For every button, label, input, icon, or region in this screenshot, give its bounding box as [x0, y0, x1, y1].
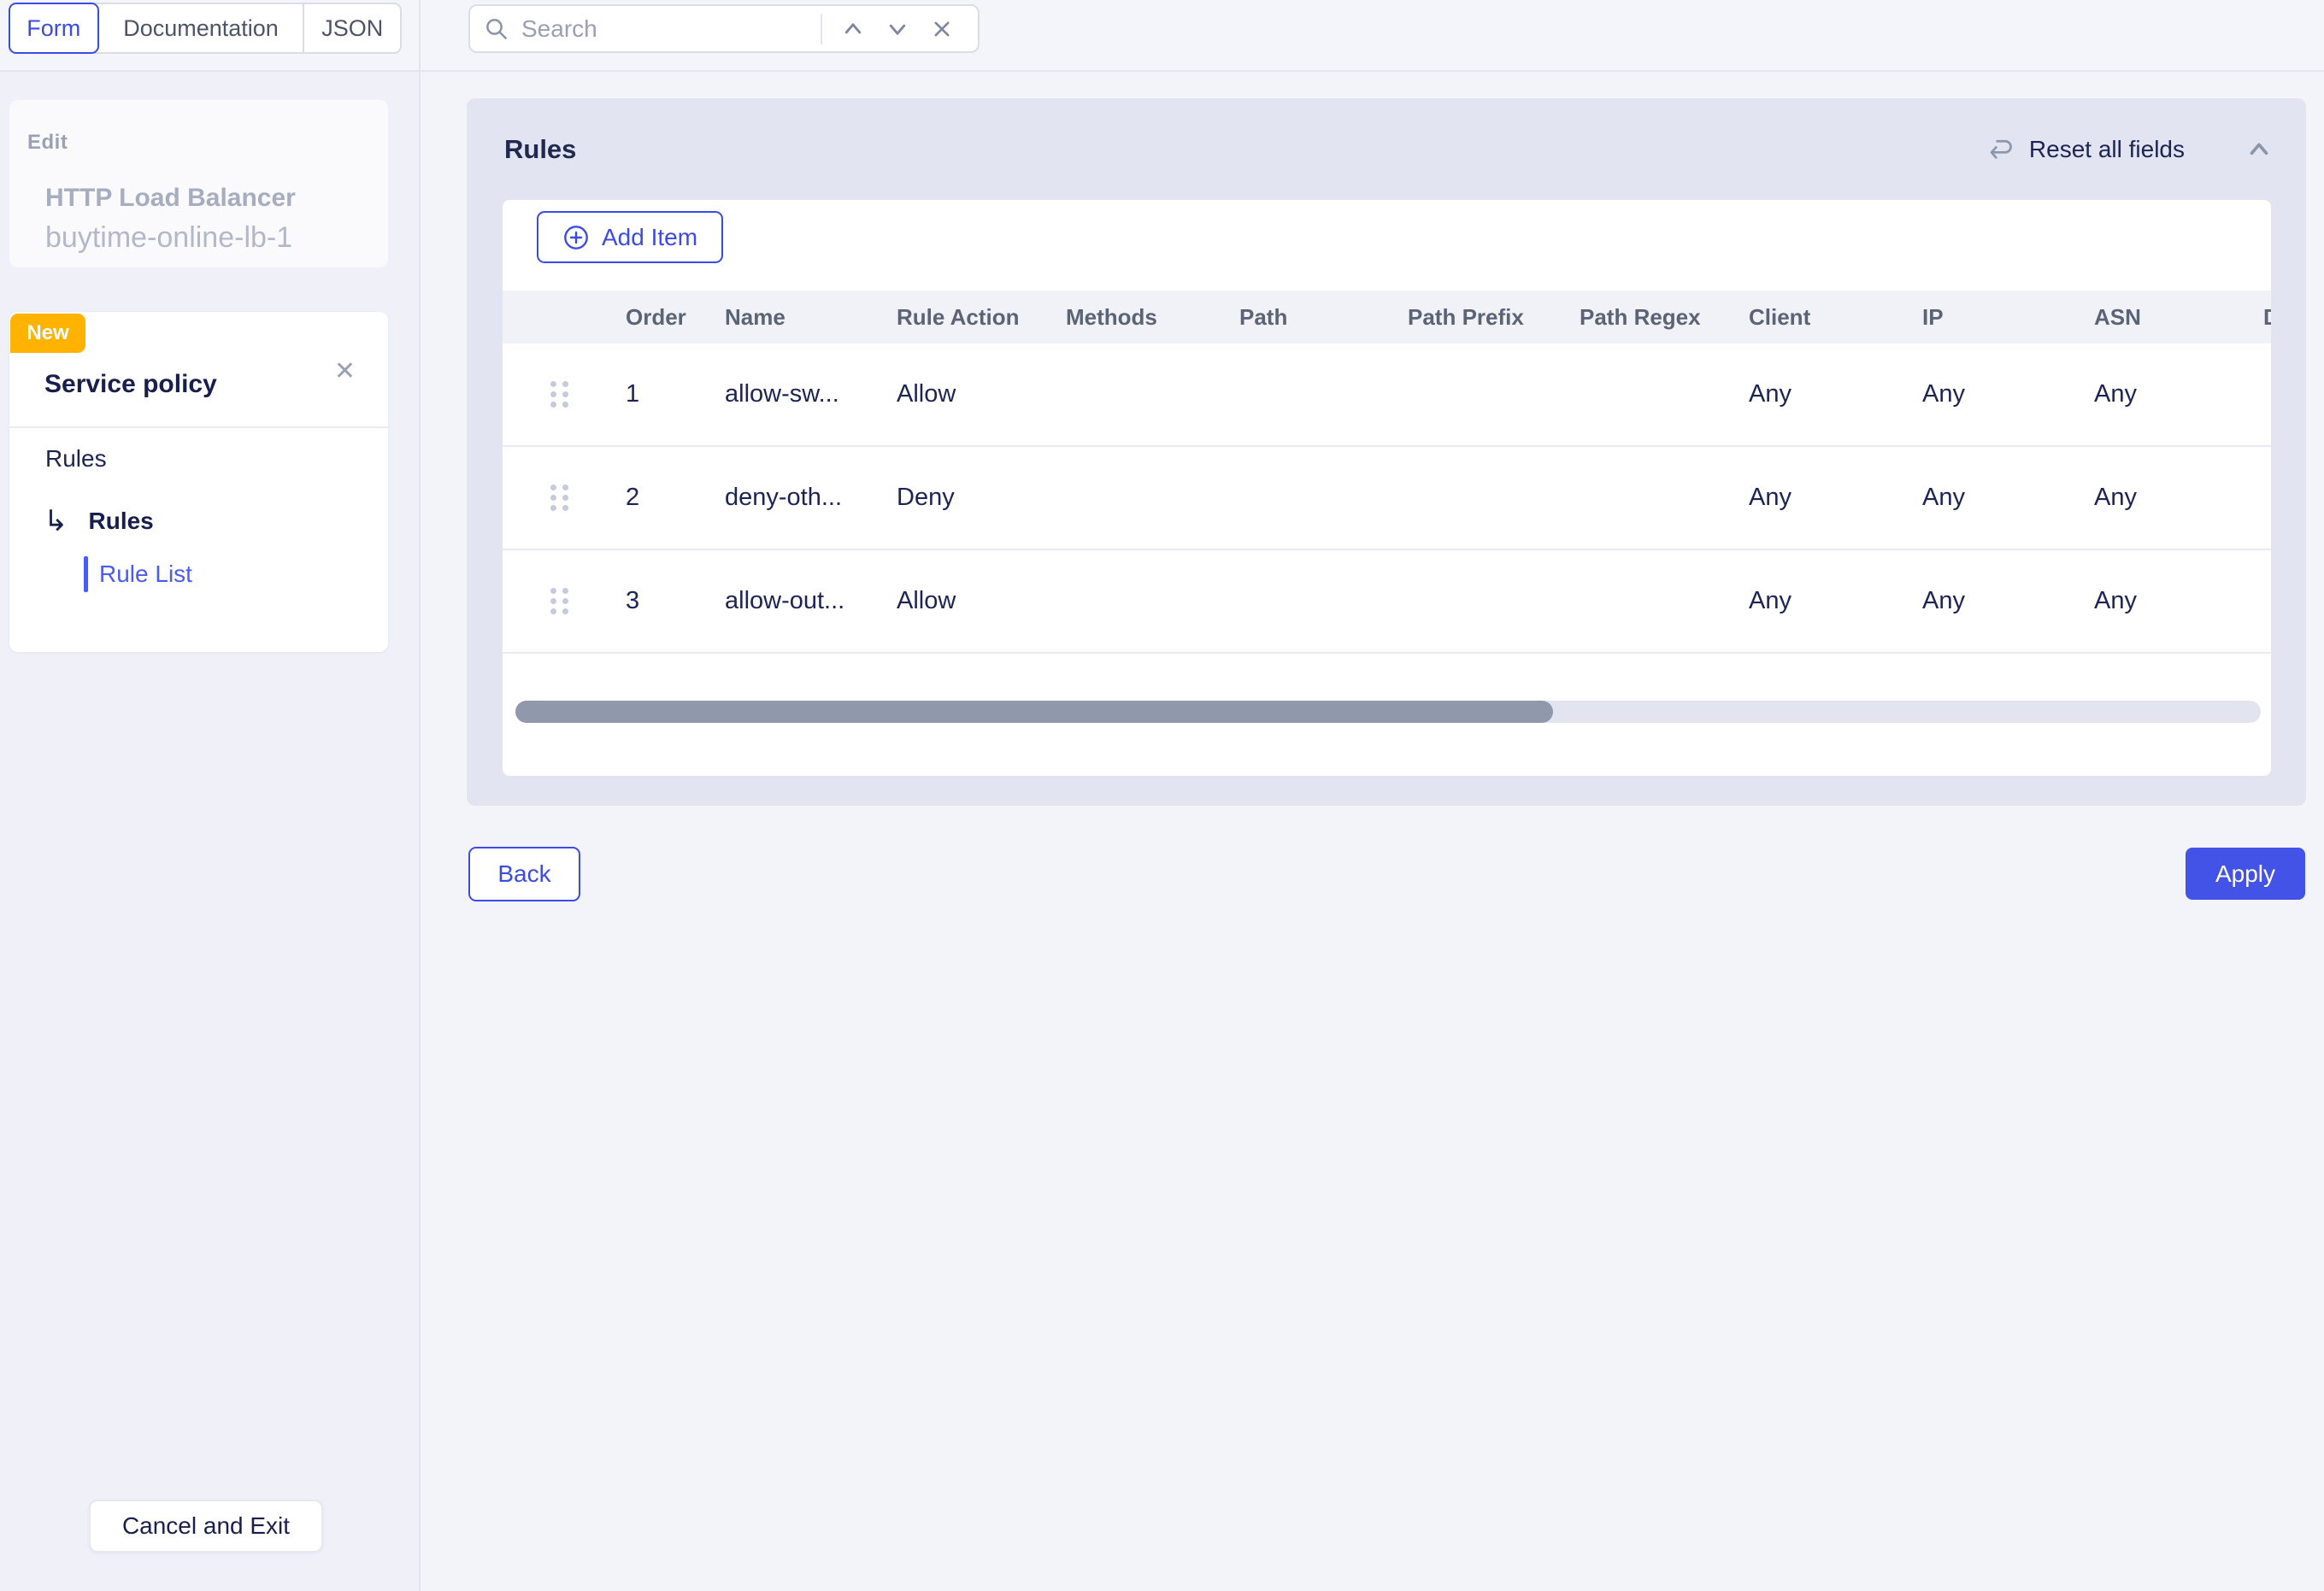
cell-name[interactable]: allow-out...: [715, 587, 886, 615]
back-button[interactable]: Back: [468, 847, 580, 901]
cell-order: 3: [615, 587, 715, 615]
drag-dots-icon: [550, 484, 568, 511]
active-item-bar: [84, 556, 88, 592]
cell-asn: Any: [2084, 484, 2253, 512]
tab-form[interactable]: Form: [9, 3, 99, 54]
sidebar-item-rules-label: Rules: [89, 508, 154, 535]
cell-order: 1: [615, 380, 715, 408]
table-row: 3 allow-out... Allow Any Any Any: [503, 550, 2271, 654]
cell-ip: Any: [1912, 380, 2084, 408]
search-bar: [468, 4, 980, 53]
cell-ip: Any: [1912, 484, 2084, 512]
column-header-client: Client: [1739, 304, 1912, 331]
column-header-path-prefix: Path Prefix: [1397, 304, 1569, 331]
column-header-order: Order: [615, 304, 715, 331]
new-badge: New: [10, 314, 85, 353]
table-row: 2 deny-oth... Deny Any Any Any: [503, 447, 2271, 550]
cell-client: Any: [1739, 587, 1912, 615]
search-clear-button[interactable]: [920, 9, 964, 49]
add-item-label: Add Item: [602, 224, 697, 251]
column-header-clipped: D: [2253, 304, 2271, 331]
tab-json[interactable]: JSON: [303, 4, 400, 52]
cell-name[interactable]: allow-sw...: [715, 380, 886, 408]
cell-order: 2: [615, 484, 715, 512]
sidebar-item-rules-subsection[interactable]: ↳ Rules: [44, 507, 154, 536]
table-row: 1 allow-sw... Allow Any Any Any: [503, 343, 2271, 447]
column-header-rule-action: Rule Action: [886, 304, 1056, 331]
policy-card-title: Service policy: [44, 370, 217, 399]
tab-documentation[interactable]: Documentation: [99, 4, 303, 52]
column-header-ip: IP: [1912, 304, 2084, 331]
sidebar-item-rule-list-label: Rule List: [99, 561, 192, 588]
search-icon: [484, 16, 509, 42]
plus-circle-icon: [562, 224, 590, 251]
search-separator: [821, 14, 822, 44]
cell-ip: Any: [1912, 587, 2084, 615]
column-header-name: Name: [715, 304, 886, 331]
column-header-methods: Methods: [1056, 304, 1229, 331]
reset-all-fields-label: Reset all fields: [2029, 136, 2185, 163]
rules-panel-title: Rules: [504, 134, 576, 165]
reset-all-fields-button[interactable]: Reset all fields: [1988, 136, 2185, 163]
column-header-path: Path: [1229, 304, 1397, 331]
cancel-and-exit-button[interactable]: Cancel and Exit: [89, 1500, 323, 1553]
drag-dots-icon: [550, 588, 568, 614]
policy-card-divider: [9, 426, 388, 428]
object-type-label: HTTP Load Balancer: [45, 184, 388, 213]
cell-rule-action: Deny: [886, 484, 1056, 512]
rules-panel-header: Rules Reset all fields: [467, 98, 2306, 200]
sidebar-item-rules-section[interactable]: Rules: [45, 445, 107, 473]
table-header-row: Order Name Rule Action Methods Path Path…: [503, 291, 2271, 343]
object-name-label: buytime-online-lb-1: [45, 221, 388, 255]
collapse-panel-chevron-up-icon[interactable]: [2245, 135, 2274, 164]
horizontal-scrollbar-thumb[interactable]: [515, 701, 1553, 723]
drag-handle[interactable]: [503, 484, 615, 511]
service-policy-card: New Service policy ✕ Rules ↳ Rules Rule …: [9, 312, 388, 652]
drag-dots-icon: [550, 381, 568, 408]
drag-handle[interactable]: [503, 588, 615, 614]
sidebar-background: [0, 72, 419, 1591]
horizontal-scrollbar-track[interactable]: [515, 701, 2261, 723]
view-mode-tabs: Form Documentation JSON: [9, 3, 402, 54]
edit-context-card: Edit HTTP Load Balancer buytime-online-l…: [9, 100, 388, 267]
rules-table-card: Add Item Order Name Rule Action Methods …: [503, 200, 2271, 776]
drag-handle[interactable]: [503, 381, 615, 408]
column-header-asn: ASN: [2084, 304, 2253, 331]
search-input[interactable]: [521, 15, 815, 43]
search-prev-button[interactable]: [831, 9, 875, 49]
column-header-path-regex: Path Regex: [1569, 304, 1739, 331]
reset-icon: [1988, 136, 2015, 163]
rules-panel: Rules Reset all fields: [467, 98, 2306, 806]
cell-asn: Any: [2084, 587, 2253, 615]
apply-button[interactable]: Apply: [2186, 848, 2305, 900]
sidebar-main-divider: [419, 0, 421, 1591]
cell-name[interactable]: deny-oth...: [715, 484, 886, 512]
cell-client: Any: [1739, 484, 1912, 512]
search-next-button[interactable]: [875, 9, 920, 49]
sidebar-item-rule-list[interactable]: Rule List: [84, 556, 192, 592]
cell-client: Any: [1739, 380, 1912, 408]
tree-branch-arrow-icon: ↳: [44, 507, 68, 536]
cell-rule-action: Allow: [886, 380, 1056, 408]
add-item-button[interactable]: Add Item: [537, 211, 723, 263]
edit-kicker: Edit: [27, 131, 388, 155]
cell-rule-action: Allow: [886, 587, 1056, 615]
cell-asn: Any: [2084, 380, 2253, 408]
close-icon[interactable]: ✕: [334, 356, 356, 386]
